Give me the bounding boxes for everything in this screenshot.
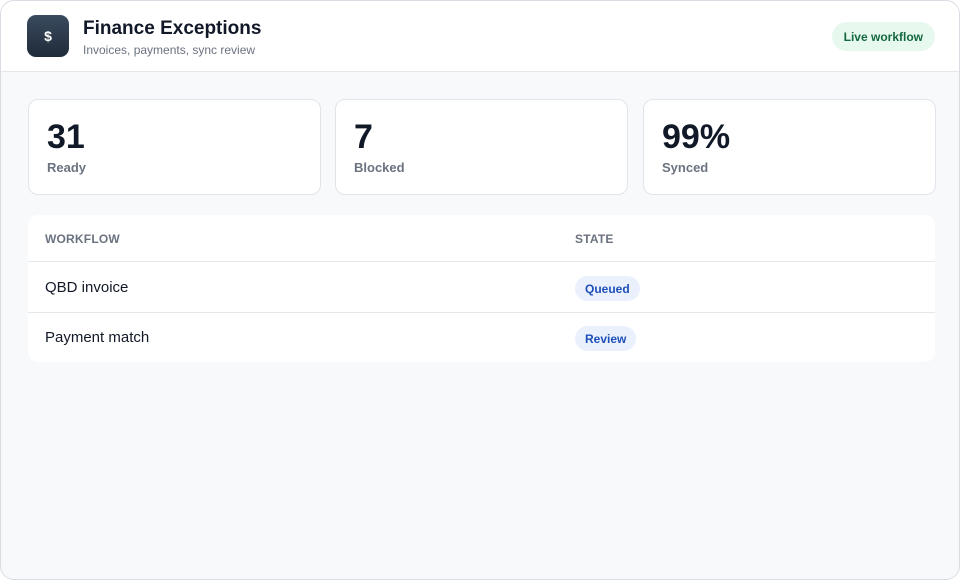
state-badge: Review — [575, 326, 637, 351]
workflow-name: QBD invoice — [45, 279, 129, 296]
stat-label: Ready — [47, 160, 87, 175]
stat-value: 7 — [354, 118, 373, 156]
stat-value: 99% — [662, 118, 731, 156]
stat-card-synced: 99% Synced — [643, 99, 936, 195]
column-header-state: STATE — [575, 232, 614, 246]
table-row[interactable]: QBD invoice Queued — [28, 263, 935, 313]
workflow-name: Payment match — [45, 329, 150, 346]
page-title: Finance Exceptions — [83, 18, 262, 39]
workflow-table: WORKFLOW STATE QBD invoice Queued Paymen… — [28, 215, 935, 362]
table-row[interactable]: Payment match Review — [28, 313, 935, 362]
app-icon-glyph: $ — [44, 28, 52, 44]
stat-value: 31 — [47, 118, 85, 156]
status-badge: Live workflow — [831, 22, 935, 51]
app-header: $ Finance Exceptions Invoices, payments,… — [1, 1, 959, 72]
column-header-workflow: WORKFLOW — [45, 232, 120, 246]
page-subtitle: Invoices, payments, sync review — [83, 43, 256, 57]
state-badge: Queued — [575, 276, 640, 301]
stat-label: Blocked — [354, 160, 405, 175]
table-header: WORKFLOW STATE — [28, 215, 935, 262]
stat-card-ready: 31 Ready — [28, 99, 321, 195]
dollar-icon: $ — [27, 15, 69, 57]
app-window: $ Finance Exceptions Invoices, payments,… — [0, 0, 960, 580]
stat-card-blocked: 7 Blocked — [335, 99, 628, 195]
stat-label: Synced — [662, 160, 709, 175]
